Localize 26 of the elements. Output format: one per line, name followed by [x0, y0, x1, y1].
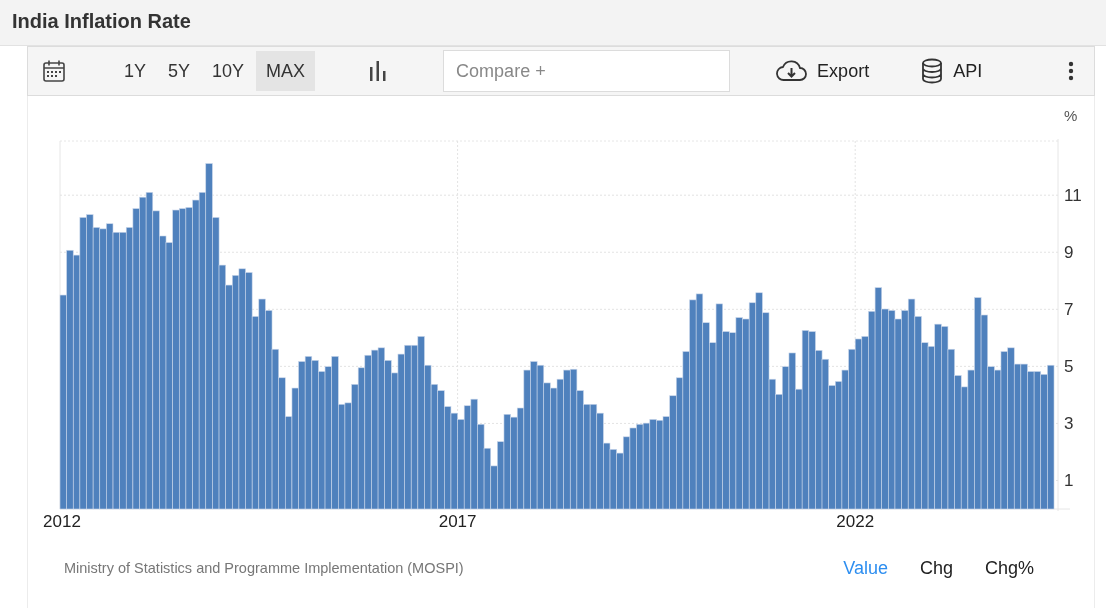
- x-axis-label: 2017: [438, 512, 477, 531]
- cloud-download-icon: [776, 60, 808, 82]
- bar-chart-icon[interactable]: [369, 61, 388, 81]
- y-axis-label: 1: [1064, 471, 1074, 491]
- x-axis-label: 2022: [836, 512, 875, 531]
- compare-field[interactable]: Compare +: [443, 50, 731, 92]
- source-text: Ministry of Statistics and Programme Implementation (MOSPI): [64, 560, 464, 576]
- y-axis-label: 11: [1064, 186, 1082, 206]
- range-button[interactable]: MAX: [256, 51, 316, 91]
- y-axis-label: 9: [1064, 243, 1074, 263]
- y-axis-label: 5: [1064, 357, 1074, 377]
- unit-label: %: [1064, 107, 1078, 124]
- database-icon: [921, 58, 944, 84]
- range-button[interactable]: 1Y: [114, 51, 157, 91]
- calendar-icon[interactable]: [42, 59, 66, 83]
- range-button[interactable]: 10Y: [202, 51, 255, 91]
- more-options-icon[interactable]: [1068, 61, 1074, 81]
- page-title: India Inflation Rate: [11, 9, 191, 34]
- x-axis-label: 2012: [43, 512, 81, 531]
- y-axis-label: 3: [1064, 414, 1074, 434]
- mode-toggle[interactable]: Chg%: [972, 553, 1046, 583]
- api-button[interactable]: API: [913, 51, 991, 91]
- mode-toggle[interactable]: Chg: [907, 553, 965, 583]
- y-axis-label: 7: [1064, 300, 1074, 320]
- export-button[interactable]: Export: [768, 51, 878, 91]
- range-button[interactable]: 5Y: [158, 51, 201, 91]
